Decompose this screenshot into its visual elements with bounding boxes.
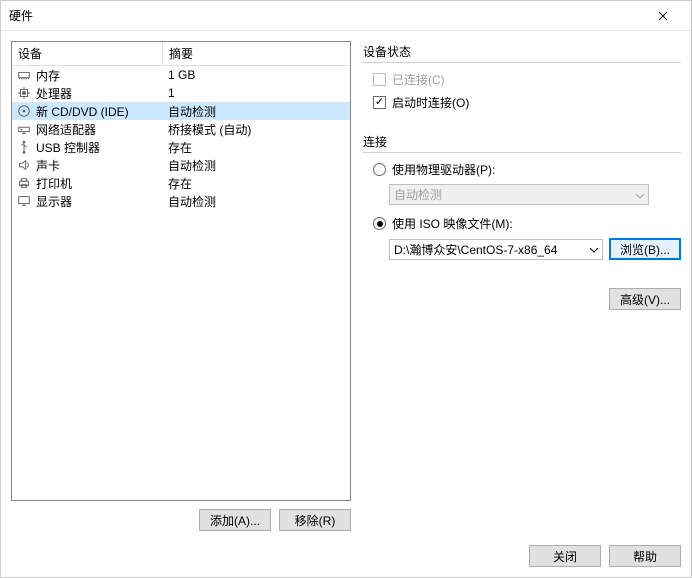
connection-group: 连接 使用物理驱动器(P): 自动检测 使用 ISO [363, 133, 681, 260]
table-row[interactable]: 新 CD/DVD (IDE)自动检测 [12, 102, 350, 120]
device-label: 声卡 [36, 157, 162, 174]
device-status-title: 设备状态 [363, 43, 681, 60]
chevron-down-icon [590, 242, 598, 256]
use-physical-label: 使用物理驱动器(P): [392, 161, 495, 178]
iso-path-dropdown[interactable]: D:\瀚博众安\CentOS-7-x86_64 [389, 239, 603, 260]
connected-checkbox [373, 73, 386, 86]
right-panel: 设备状态 已连接(C) 启动时连接(O) 连接 使用物理驱动器(P): [363, 41, 681, 535]
header-summary[interactable]: 摘要 [162, 42, 350, 65]
spacer [363, 310, 681, 535]
device-status-group: 设备状态 已连接(C) 启动时连接(O) [363, 43, 681, 117]
iso-path-value: D:\瀚博众安\CentOS-7-x86_64 [394, 241, 557, 258]
use-physical-row: 使用物理驱动器(P): [363, 161, 681, 178]
device-label: USB 控制器 [36, 139, 162, 156]
left-buttons: 添加(A)... 移除(R) [11, 501, 351, 535]
table-row[interactable]: 内存1 GB [12, 66, 350, 84]
help-button[interactable]: 帮助 [609, 545, 681, 567]
right-actions: 高级(V)... [363, 288, 681, 310]
network-icon [16, 121, 32, 137]
physical-drive-value: 自动检测 [394, 186, 442, 203]
use-iso-label: 使用 ISO 映像文件(M): [392, 215, 513, 232]
connected-row: 已连接(C) [363, 71, 681, 88]
table-row[interactable]: 打印机存在 [12, 174, 350, 192]
header-device[interactable]: 设备 [12, 42, 162, 65]
device-label: 处理器 [36, 85, 162, 102]
footer: 关闭 帮助 [1, 539, 691, 577]
physical-drive-dropdown: 自动检测 [389, 184, 649, 205]
device-label: 网络适配器 [36, 121, 162, 138]
connect-poweron-checkbox[interactable] [373, 96, 386, 109]
device-label: 内存 [36, 67, 162, 84]
use-physical-radio[interactable] [373, 163, 386, 176]
printer-icon [16, 175, 32, 191]
device-summary: 自动检测 [162, 103, 346, 120]
iso-path-row: D:\瀚博众安\CentOS-7-x86_64 浏览(B)... [363, 238, 681, 260]
content-area: 设备 摘要 内存1 GB处理器1新 CD/DVD (IDE)自动检测网络适配器桥… [1, 31, 691, 539]
left-panel: 设备 摘要 内存1 GB处理器1新 CD/DVD (IDE)自动检测网络适配器桥… [11, 41, 351, 535]
usb-icon [16, 139, 32, 155]
use-iso-radio[interactable] [373, 217, 386, 230]
sound-icon [16, 157, 32, 173]
window-title: 硬件 [9, 7, 643, 24]
device-summary: 存在 [162, 175, 346, 192]
table-row[interactable]: 处理器1 [12, 84, 350, 102]
use-iso-row: 使用 ISO 映像文件(M): [363, 215, 681, 232]
table-row[interactable]: 显示器自动检测 [12, 192, 350, 210]
disc-icon [16, 103, 32, 119]
separator [363, 62, 681, 63]
hardware-table: 设备 摘要 内存1 GB处理器1新 CD/DVD (IDE)自动检测网络适配器桥… [11, 41, 351, 501]
connect-poweron-label: 启动时连接(O) [392, 94, 469, 111]
chevron-down-icon [636, 188, 644, 202]
browse-button[interactable]: 浏览(B)... [609, 238, 681, 260]
close-icon [658, 11, 668, 21]
device-label: 新 CD/DVD (IDE) [36, 103, 162, 120]
window-close-button[interactable] [643, 1, 683, 31]
device-label: 打印机 [36, 175, 162, 192]
table-header: 设备 摘要 [12, 42, 350, 66]
device-summary: 1 [162, 86, 346, 100]
device-summary: 存在 [162, 139, 346, 156]
table-row[interactable]: USB 控制器存在 [12, 138, 350, 156]
hardware-dialog: 硬件 设备 摘要 内存1 GB处理器1新 CD/DVD (IDE)自动检测网络适… [0, 0, 692, 578]
memory-icon [16, 67, 32, 83]
device-summary: 自动检测 [162, 157, 346, 174]
separator [363, 152, 681, 153]
display-icon [16, 193, 32, 209]
connected-label: 已连接(C) [392, 71, 445, 88]
device-summary: 自动检测 [162, 193, 346, 210]
device-summary: 1 GB [162, 68, 346, 82]
table-body: 内存1 GB处理器1新 CD/DVD (IDE)自动检测网络适配器桥接模式 (自… [12, 66, 350, 210]
device-summary: 桥接模式 (自动) [162, 121, 346, 138]
device-label: 显示器 [36, 193, 162, 210]
remove-button[interactable]: 移除(R) [279, 509, 351, 531]
table-row[interactable]: 网络适配器桥接模式 (自动) [12, 120, 350, 138]
table-row[interactable]: 声卡自动检测 [12, 156, 350, 174]
connect-poweron-row: 启动时连接(O) [363, 94, 681, 111]
cpu-icon [16, 85, 32, 101]
titlebar: 硬件 [1, 1, 691, 31]
connection-title: 连接 [363, 133, 681, 150]
close-button[interactable]: 关闭 [529, 545, 601, 567]
advanced-button[interactable]: 高级(V)... [609, 288, 681, 310]
add-button[interactable]: 添加(A)... [199, 509, 271, 531]
